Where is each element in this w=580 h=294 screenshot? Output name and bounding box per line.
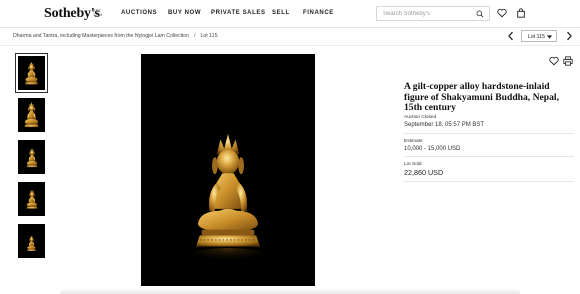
favorite-heart-icon[interactable] [549, 56, 559, 66]
previous-lot-icon[interactable] [506, 30, 516, 42]
heart-icon[interactable] [497, 8, 507, 18]
thumbnail-2[interactable] [18, 98, 45, 132]
breadcrumb-separator: / [194, 33, 196, 39]
chevron-down-icon [547, 35, 552, 39]
thumbnail-1[interactable] [15, 53, 48, 93]
header-divider [0, 45, 580, 46]
breadcrumb-sale-link[interactable]: Dharma and Tantra, including Masterpiece… [13, 33, 189, 39]
search-input[interactable] [383, 10, 473, 18]
breadcrumb: Dharma and Tantra, including Masterpiece… [13, 33, 217, 39]
nav-buy-now[interactable]: BUY NOW [168, 10, 201, 16]
thumbnail-5[interactable] [18, 224, 45, 258]
search-box[interactable] [376, 6, 490, 21]
shopping-bag-icon[interactable] [516, 8, 526, 18]
nav-private-sales[interactable]: PRIVATE SALES [211, 10, 266, 16]
auction-closed-date: September 18, 05:57 PM BST [404, 122, 485, 128]
nav-auctions[interactable]: AUCTIONS [121, 10, 157, 16]
main-lot-image[interactable] [141, 54, 315, 286]
estimate-value: 10,000 - 15,000 USD [404, 146, 461, 152]
thumbnail-3[interactable] [18, 140, 45, 174]
site-header: Sotheby's EST. 1744 AUCTIONS BUY NOW PRI… [0, 0, 580, 28]
bottom-bar-edge [60, 288, 520, 294]
info-divider [404, 181, 574, 182]
info-divider [404, 133, 574, 134]
print-icon[interactable] [563, 56, 573, 66]
lot-select-value: Lot 115 [528, 34, 545, 40]
nav-finance[interactable]: FINANCE [303, 10, 334, 16]
buddha-figure-image [182, 133, 274, 272]
search-icon[interactable] [476, 10, 484, 18]
sothebys-logo[interactable]: Sotheby's [44, 6, 100, 22]
lot-select-dropdown[interactable]: Lot 115 [521, 30, 557, 42]
breadcrumb-lot: Lot 115 [200, 33, 218, 39]
nav-sell[interactable]: SELL [272, 10, 290, 16]
lot-sold-price: 22,860 USD [404, 168, 444, 177]
auction-status-label: Auction Closed [404, 115, 437, 120]
lot-sold-label: Lot Sold [404, 162, 422, 167]
estimate-label: Estimate [404, 139, 423, 144]
lot-title: A gilt-copper alloy hardstone-inlaid fig… [404, 81, 559, 113]
thumbnail-4[interactable] [18, 182, 45, 216]
info-divider [404, 156, 574, 157]
logo-tagline: EST. 1744 [93, 8, 102, 17]
next-lot-icon[interactable] [564, 30, 574, 42]
